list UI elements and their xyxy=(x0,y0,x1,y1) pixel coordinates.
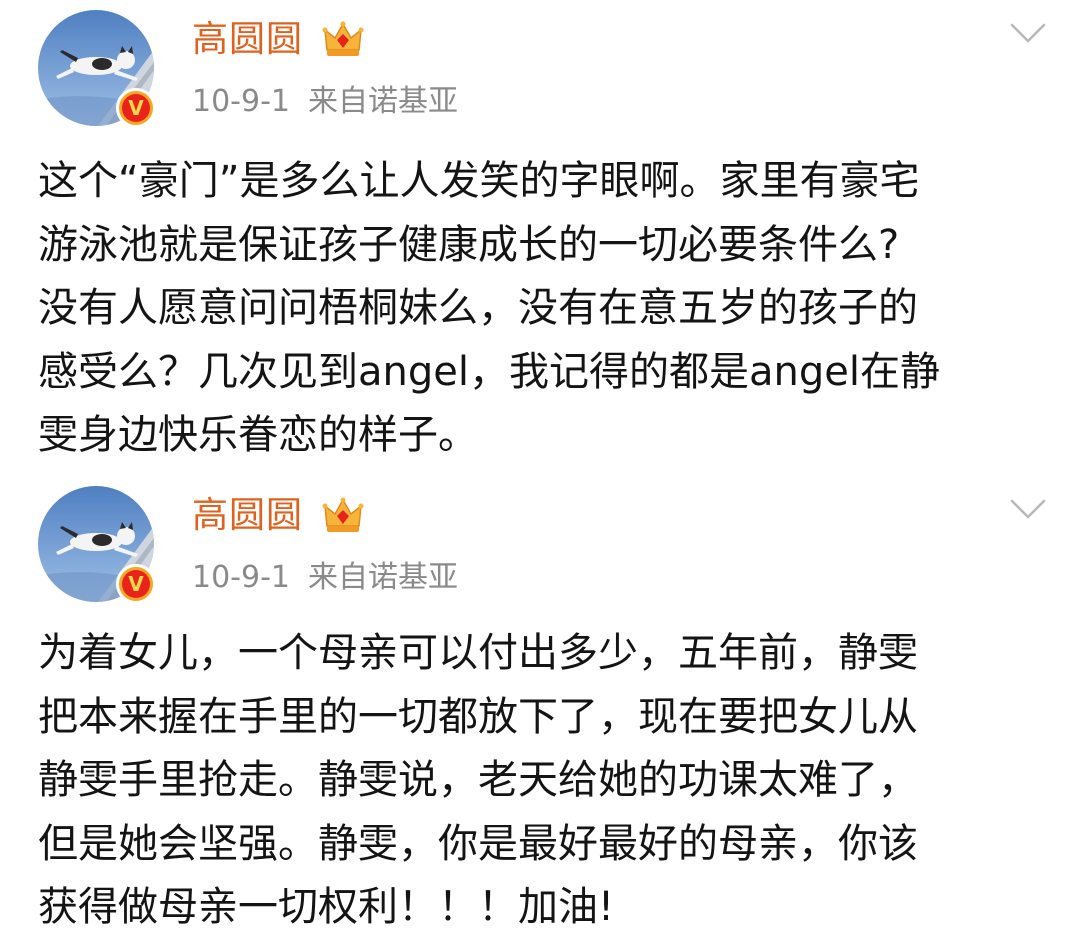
verified-badge-letter: V xyxy=(122,570,150,598)
weibo-post: V 高圆圆 10-9-1 来自诺基亚 这个“豪门”是多么让人发笑的字眼啊。家里有豪… xyxy=(0,0,1080,470)
crown-icon[interactable] xyxy=(322,496,364,538)
avatar[interactable]: V xyxy=(38,486,156,604)
verified-badge-icon: V xyxy=(116,564,156,604)
post-meta: 10-9-1 来自诺基亚 xyxy=(192,558,458,598)
username[interactable]: 高圆圆 xyxy=(192,494,303,538)
verified-badge-letter: V xyxy=(122,94,150,122)
post-body-line: 游泳池就是保证孩子健康成长的一切必要条件么? xyxy=(38,221,900,268)
post-source: 来自诺基亚 xyxy=(308,84,458,119)
post-body: 这个“豪门”是多么让人发笑的字眼啊。家里有豪宅 游泳池就是保证孩子健康成长的一切… xyxy=(38,150,1048,468)
username[interactable]: 高圆圆 xyxy=(192,18,303,62)
post-body-line: 这个“豪门”是多么让人发笑的字眼啊。家里有豪宅 xyxy=(38,158,920,204)
verified-badge-icon: V xyxy=(116,88,156,128)
chevron-down-icon[interactable] xyxy=(1010,22,1046,44)
chevron-down-icon[interactable] xyxy=(1010,498,1046,520)
post-source: 来自诺基亚 xyxy=(308,560,458,595)
weibo-post: V 高圆圆 10-9-1 来自诺基亚 为着女儿，一个母亲可以付出多少，五年前，静雯… xyxy=(0,476,1080,944)
post-body: 为着女儿，一个母亲可以付出多少，五年前，静雯 把本来握在手里的一切都放下了，现在… xyxy=(38,622,1048,940)
post-body-line: 感受么？几次见到angel，我记得的都是angel在静 xyxy=(38,348,940,395)
post-body-line: 没有人愿意问问梧桐妹么，没有在意五岁的孩子的 xyxy=(38,285,918,331)
post-body-line: 获得做母亲一切权利！！！加油! xyxy=(38,884,615,930)
post-date: 10-9-1 xyxy=(192,84,290,119)
post-body-line: 为着女儿，一个母亲可以付出多少，五年前，静雯 xyxy=(38,630,918,676)
post-meta: 10-9-1 来自诺基亚 xyxy=(192,82,458,122)
post-body-line: 把本来握在手里的一切都放下了，现在要把女儿从 xyxy=(38,693,918,740)
post-date: 10-9-1 xyxy=(192,560,290,595)
crown-icon[interactable] xyxy=(322,20,364,62)
post-body-line: 但是她会坚强。静雯，你是最好最好的母亲，你该 xyxy=(38,820,918,867)
post-body-line: 雯身边快乐眷恋的样子。 xyxy=(38,412,478,458)
post-body-line: 静雯手里抢走。静雯说，老天给她的功课太难了， xyxy=(38,757,918,803)
avatar[interactable]: V xyxy=(38,10,156,128)
